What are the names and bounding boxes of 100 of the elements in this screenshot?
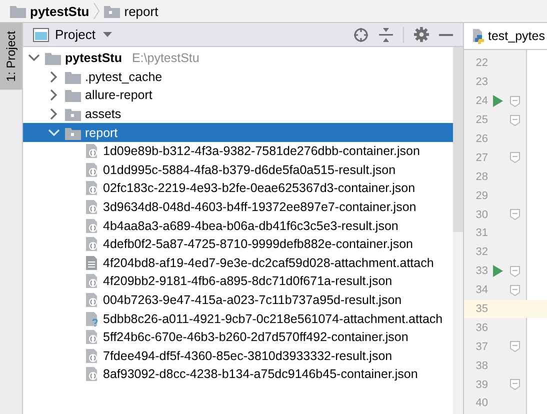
- minimize-icon[interactable]: [439, 32, 453, 36]
- tree-row[interactable]: 1d09e89b-b312-4f3a-9382-7581de276dbb-container.json: [23, 142, 453, 161]
- tree-row[interactable]: .pytest_cache: [23, 68, 453, 86]
- caret-icon: [103, 32, 112, 37]
- json-file-icon: [85, 162, 99, 178]
- folder-icon: [104, 4, 120, 18]
- tree-row[interactable]: 8af93092-d8cc-4238-b134-a75dc9146b45-container.json: [23, 365, 453, 384]
- tree-label: assets: [85, 107, 122, 122]
- line-number: 31: [474, 227, 488, 240]
- text-file-icon: [85, 254, 99, 271]
- fold-marker-icon[interactable]: [510, 152, 520, 164]
- collapse-all-icon[interactable]: [379, 26, 393, 42]
- line-number: 33: [474, 265, 488, 278]
- line-number: 36: [474, 322, 488, 334]
- tree-row[interactable]: 5ff24b6c-670e-46b3-b260-2d7d570ff492-container.json: [23, 328, 453, 346]
- tree-label: 3d9634d8-048d-4603-b4ff-19372ee897e7-container.json: [103, 200, 416, 214]
- line-number: 22: [474, 57, 488, 70]
- tree-row[interactable]: 3d9634d8-048d-4603-b4ff-19372ee897e7-container.json: [23, 198, 453, 216]
- tree-row[interactable]: pytestStu E:\pytestStu: [23, 49, 453, 68]
- tree-label: 1d09e89b-b312-4f3a-9382-7581de276dbb-container.json: [103, 144, 420, 158]
- locate-icon[interactable]: [353, 26, 369, 42]
- window-icon: [33, 28, 49, 42]
- tree-label: 4f204bd8-af19-4ed7-9e3e-dc2caf59d028-attachment.attach: [103, 256, 434, 270]
- json-file-icon: [85, 348, 99, 364]
- run-icon[interactable]: [493, 265, 503, 278]
- breadcrumb-item[interactable]: pytestStu: [30, 4, 90, 18]
- fold-marker-icon[interactable]: [510, 114, 520, 126]
- tree-row[interactable]: report: [23, 123, 453, 142]
- json-file-icon: [85, 199, 99, 216]
- tree-row[interactable]: 5dbb8c26-a011-4921-9cb7-0c218e561074-attachment.attach: [23, 309, 453, 328]
- tree-label: .pytest_cache: [85, 70, 162, 84]
- line-number: 24: [474, 95, 488, 108]
- json-file-icon: [85, 329, 99, 346]
- fold-marker-icon[interactable]: [510, 96, 520, 107]
- line-number: 40: [474, 397, 488, 410]
- tree-row[interactable]: assets: [23, 104, 453, 124]
- line-number: 23: [474, 76, 488, 88]
- line-number: 35: [474, 303, 488, 316]
- python-file-icon: [470, 28, 486, 44]
- fold-marker-icon[interactable]: [510, 379, 520, 390]
- line-number: 37: [474, 340, 488, 353]
- tree-label: 5ff24b6c-670e-46b3-b260-2d7d570ff492-container.json: [103, 330, 408, 344]
- project-tool-tab[interactable]: 1: Project: [0, 23, 22, 90]
- json-file-icon: [85, 273, 99, 290]
- fold-marker-icon[interactable]: [510, 266, 520, 277]
- scrollbar-thumb[interactable]: [453, 47, 463, 232]
- tree-row[interactable]: 4f204bd8-af19-4ed7-9e3e-dc2caf59d028-attachment.attach: [23, 254, 453, 272]
- fold-marker-icon[interactable]: [510, 284, 520, 296]
- tree-label: 02fc183c-2219-4e93-b2fe-0eae625367d3-container.json: [103, 181, 416, 196]
- run-icon[interactable]: [493, 95, 503, 108]
- tree-label: 4defb0f2-5a87-4725-8710-9999defb882e-container.json: [103, 237, 413, 252]
- json-file-icon: [85, 236, 99, 252]
- line-number: 26: [474, 133, 488, 145]
- json-file-icon: [85, 143, 99, 160]
- line-number: 29: [474, 190, 488, 202]
- line-number: 32: [474, 246, 488, 258]
- breadcrumb-item[interactable]: report: [124, 4, 158, 18]
- folder-icon: [65, 70, 81, 84]
- line-number: 39: [474, 378, 488, 391]
- folder-icon: [10, 4, 26, 18]
- unknown-file-icon: [85, 310, 99, 327]
- json-file-icon: [85, 366, 99, 382]
- tree-label: 4f209bb2-9181-4fb6-a895-8dc71d0f671a-result.json: [103, 274, 392, 288]
- json-file-icon: [85, 218, 99, 234]
- tree-row[interactable]: 01dd995c-5884-4fa8-b379-d6de5fa0a515-result.json: [23, 160, 453, 180]
- package-folder-icon: [65, 126, 81, 140]
- tree-row[interactable]: 4b4aa8a3-a689-4bea-b06a-db41f6c3c5e3-result.json: [23, 216, 453, 235]
- tree-row[interactable]: 7fdee494-df5f-4360-85ec-3810d3933332-result.json: [23, 346, 453, 366]
- settings-icon[interactable]: [414, 27, 429, 42]
- folder-icon: [45, 51, 61, 66]
- tree-label: 5dbb8c26-a011-4921-9cb7-0c218e561074-attachment.attach: [103, 312, 443, 326]
- folder-icon: [65, 88, 81, 102]
- chevron-icon: [93, 3, 100, 19]
- tree-row[interactable]: allure-report: [23, 86, 453, 105]
- line-number: 28: [474, 170, 488, 183]
- package-folder-icon: [65, 107, 81, 122]
- tree-row[interactable]: 4f209bb2-9181-4fb6-a895-8dc71d0f671a-result.json: [23, 272, 453, 291]
- tree-label: 004b7263-9e47-415a-a023-7c11b737a95d-result.json: [103, 293, 402, 308]
- tree-label: pytestStu: [65, 51, 122, 66]
- tree-label: 4b4aa8a3-a689-4bea-b06a-db41f6c3c5e3-result.json: [103, 218, 398, 233]
- tree-label: allure-report: [85, 88, 152, 102]
- line-number: 38: [474, 360, 488, 372]
- view-dropdown[interactable]: Project: [55, 27, 112, 42]
- tree-row[interactable]: 02fc183c-2219-4e93-b2fe-0eae625367d3-container.json: [23, 179, 453, 198]
- json-file-icon: [85, 180, 99, 196]
- tree-label: 7fdee494-df5f-4360-85ec-3810d3933332-result.json: [103, 348, 392, 363]
- tree-label: report: [85, 126, 118, 140]
- tree-row[interactable]: 4defb0f2-5a87-4725-8710-9999defb882e-container.json: [23, 234, 453, 254]
- json-file-icon: [85, 292, 99, 308]
- line-number: 30: [474, 208, 488, 221]
- editor-tab[interactable]: test_pytes: [464, 23, 547, 49]
- project-path: E:\pytestStu: [132, 51, 200, 66]
- line-number: 34: [474, 284, 488, 296]
- tree-label: 8af93092-d8cc-4238-b134-a75dc9146b45-container.json: [103, 367, 418, 382]
- fold-marker-icon[interactable]: [510, 209, 520, 220]
- line-number: 27: [474, 152, 488, 164]
- tree-row[interactable]: 004b7263-9e47-415a-a023-7c11b737a95d-result.json: [23, 290, 453, 310]
- line-number: 25: [474, 114, 488, 126]
- tree-label: 01dd995c-5884-4fa8-b379-d6de5fa0a515-result.json: [103, 162, 396, 177]
- fold-marker-icon[interactable]: [510, 341, 520, 352]
